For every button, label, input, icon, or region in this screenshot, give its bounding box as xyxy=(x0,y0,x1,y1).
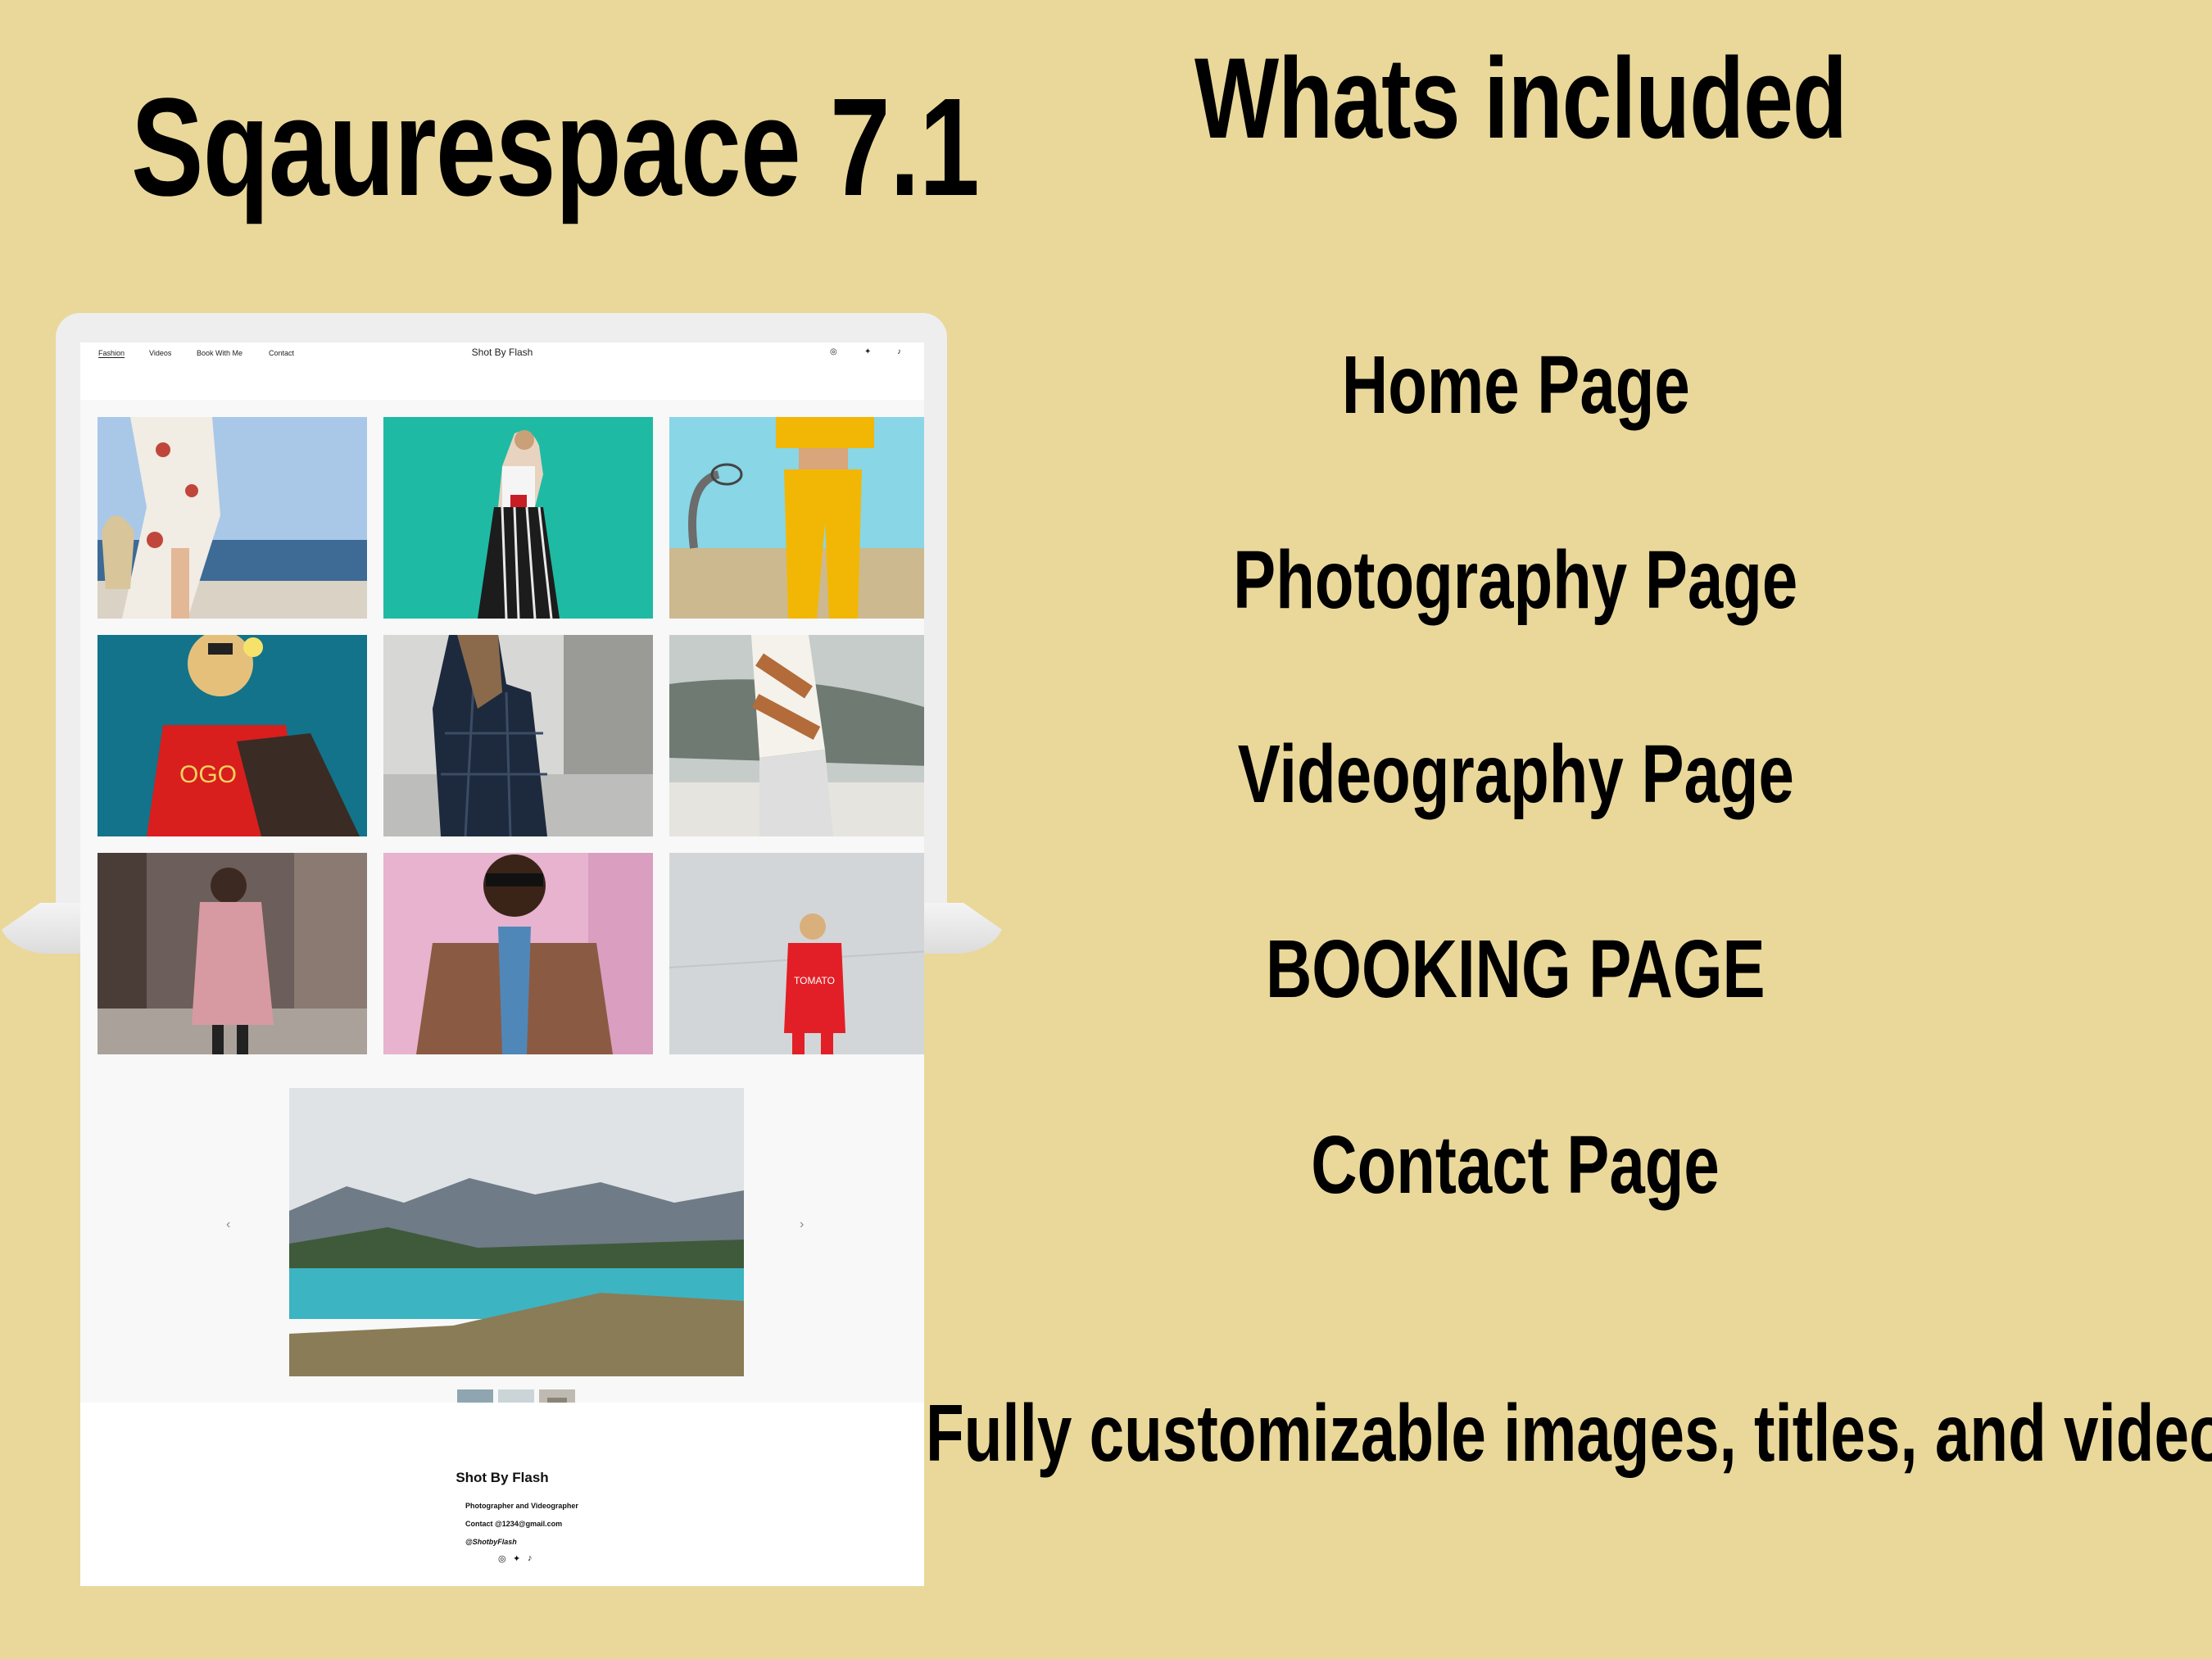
gallery-photo-red-shirt[interactable]: OGO xyxy=(97,635,367,836)
footer-email[interactable]: Contact @1234@gmail.com xyxy=(465,1520,562,1528)
gallery-photo-floral-dress[interactable] xyxy=(97,417,367,619)
gallery-photo-striped-sweater[interactable] xyxy=(669,635,924,836)
gallery-photo-yellow-outfit[interactable] xyxy=(669,417,924,619)
tiktok-icon[interactable]: ♪ xyxy=(897,347,901,356)
website-screen: Fashion Videos Book With Me Contact Shot… xyxy=(80,342,924,1586)
gallery-photo-pink-coat[interactable] xyxy=(97,853,367,1054)
feature-booking-page: BOOKING PAGE xyxy=(1266,923,1766,1015)
promo-tagline: Fully customizable images, titles, and v… xyxy=(926,1388,2212,1478)
feature-home-page: Home Page xyxy=(1341,339,1690,431)
instagram-icon[interactable]: ◎ xyxy=(830,347,837,356)
slideshow-image-lake[interactable] xyxy=(289,1088,744,1376)
footer-site-name: Shot By Flash xyxy=(456,1470,549,1485)
gallery-photo-tomato-soup[interactable]: TOMATO xyxy=(669,853,924,1054)
feature-contact-page: Contact Page xyxy=(1311,1119,1720,1211)
slideshow-next-arrow[interactable]: › xyxy=(800,1217,804,1232)
promo-title-squarespace: Sqaurespace 7.1 xyxy=(131,70,980,225)
svg-text:TOMATO: TOMATO xyxy=(794,975,835,986)
gallery-photo-teal-wall[interactable] xyxy=(383,417,653,619)
twitter-icon[interactable]: ✦ xyxy=(864,347,871,356)
tiktok-icon[interactable]: ♪ xyxy=(528,1553,533,1563)
svg-text:OGO: OGO xyxy=(179,761,237,788)
twitter-icon[interactable]: ✦ xyxy=(513,1553,520,1564)
feature-photography-page: Photography Page xyxy=(1233,534,1798,626)
footer-handle[interactable]: @ShotbyFlash xyxy=(465,1538,517,1546)
site-header: Fashion Videos Book With Me Contact Shot… xyxy=(80,342,924,400)
gallery-photo-plaid-coat[interactable] xyxy=(383,635,653,836)
feature-videography-page: Videography Page xyxy=(1237,728,1794,820)
promo-title-whats-included: Whats included xyxy=(1194,34,1847,162)
instagram-icon[interactable]: ◎ xyxy=(498,1553,506,1564)
slideshow-prev-arrow[interactable]: ‹ xyxy=(226,1217,230,1232)
gallery-photo-leather-jacket[interactable] xyxy=(383,853,653,1054)
site-title[interactable]: Shot By Flash xyxy=(80,347,924,358)
footer-role: Photographer and Videographer xyxy=(465,1502,578,1510)
